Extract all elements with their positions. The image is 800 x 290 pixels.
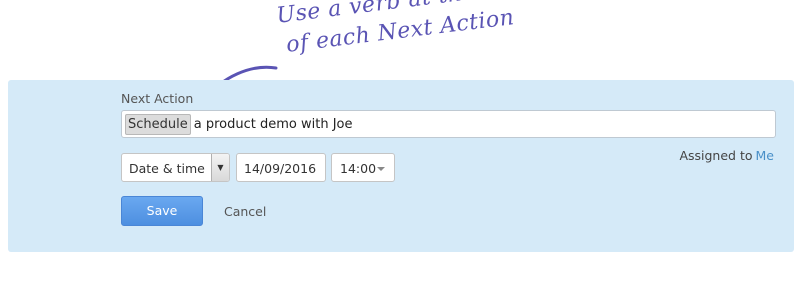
due-type-select[interactable]: Date & time ▼ (121, 153, 230, 182)
chevron-down-icon[interactable]: ▼ (211, 154, 229, 181)
time-value: 14:00 (340, 161, 377, 176)
caret-down-icon (377, 167, 385, 171)
assigned-to-link[interactable]: Me (756, 148, 774, 163)
cancel-button[interactable]: Cancel (224, 204, 266, 219)
save-button[interactable]: Save (121, 196, 203, 226)
date-input[interactable]: 14/09/2016 (236, 153, 326, 182)
action-verb-highlight: Schedule (125, 113, 191, 135)
assigned-to-label: Assigned to (679, 148, 753, 163)
assigned-to: Assigned to Me (679, 148, 774, 163)
next-action-input[interactable]: Schedule a product demo with Joe (121, 110, 776, 138)
annotation-note: Use a verb at the start of each Next Act… (275, 0, 610, 62)
time-select[interactable]: 14:00 (331, 153, 395, 182)
action-text: a product demo with Joe (193, 116, 353, 132)
next-action-label: Next Action (121, 91, 194, 106)
due-type-value: Date & time (129, 161, 205, 176)
